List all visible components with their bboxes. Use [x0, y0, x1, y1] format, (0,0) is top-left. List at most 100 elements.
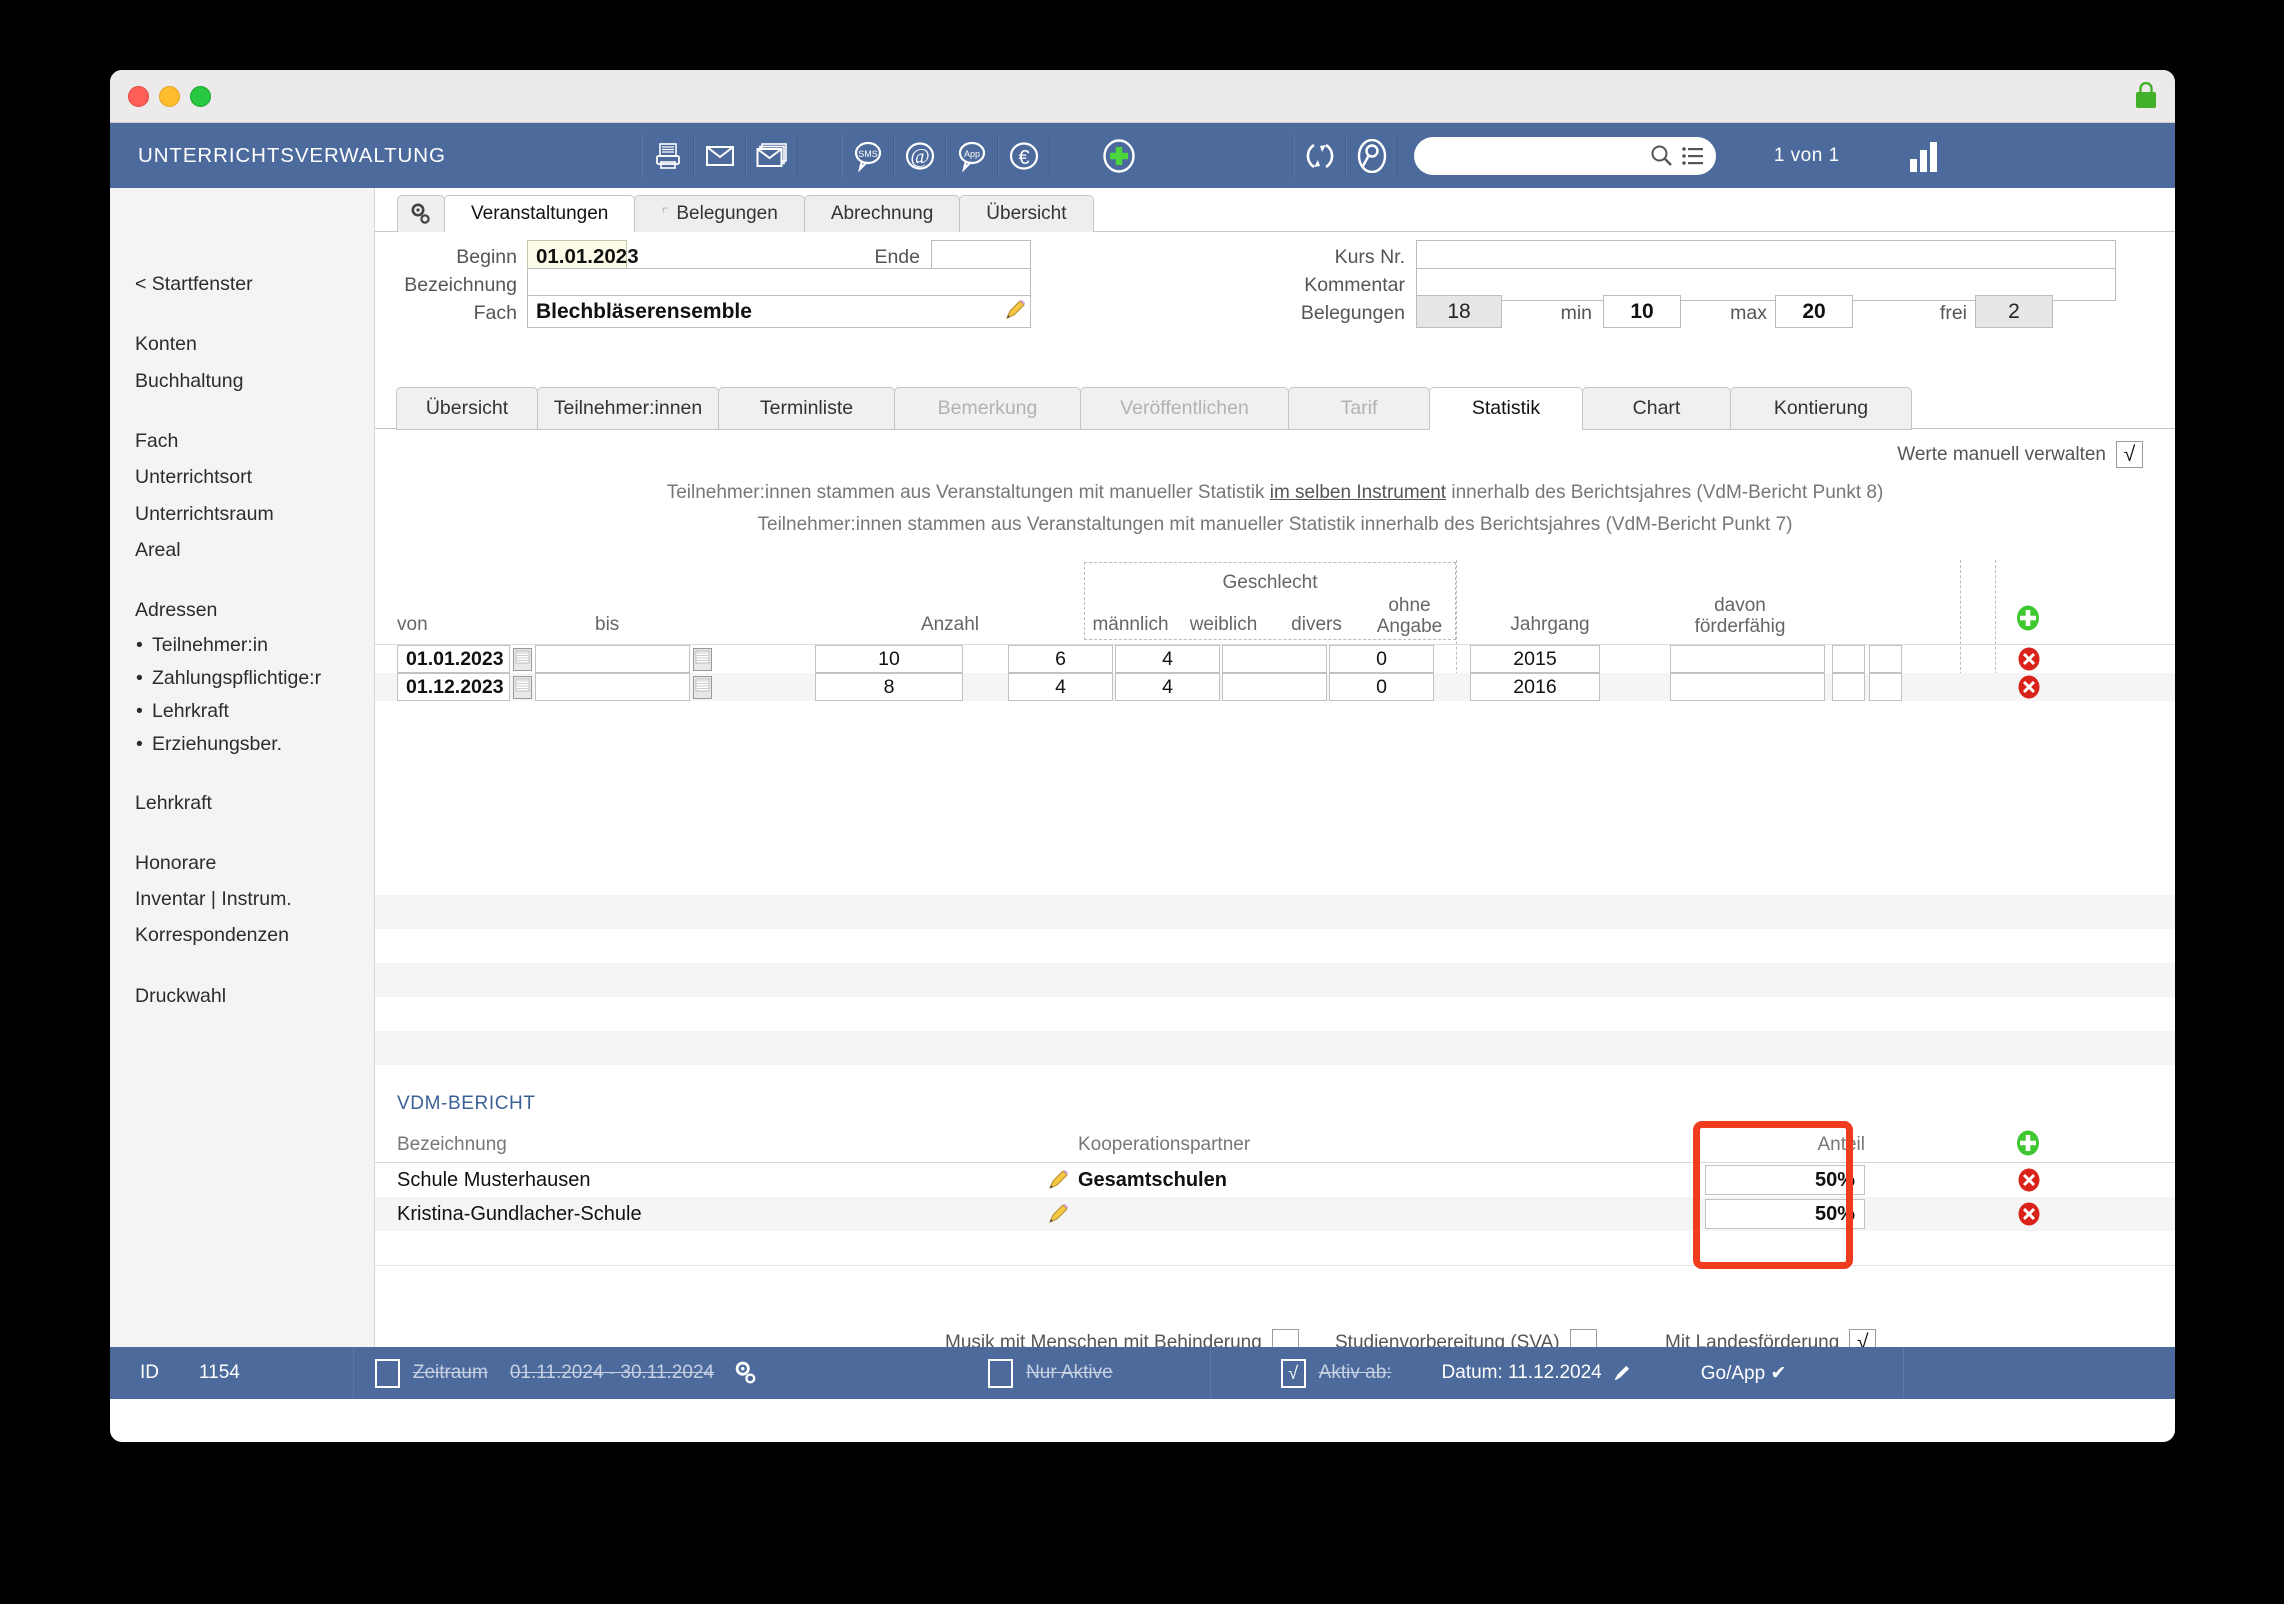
at-icon[interactable]: @: [893, 132, 946, 179]
cell-jahrgang[interactable]: 2016: [1470, 673, 1600, 701]
tab-belegungen[interactable]: ⌜ Belegungen: [634, 195, 805, 232]
calendar-icon-von[interactable]: [513, 648, 532, 671]
app-bubble-icon[interactable]: App: [945, 132, 998, 179]
sidebar-item-startfenster[interactable]: < Startfenster: [110, 266, 374, 302]
cell-von[interactable]: 01.01.2023: [397, 645, 510, 673]
cell-ohne-angabe[interactable]: 0: [1329, 673, 1434, 701]
cell-anzahl[interactable]: 10: [815, 645, 963, 673]
cell-jahrgang[interactable]: 2015: [1470, 645, 1600, 673]
window-controls[interactable]: [128, 86, 211, 107]
tab-sub-kontierung[interactable]: Kontierung: [1730, 387, 1912, 430]
cell-von[interactable]: 01.12.2023: [397, 673, 510, 701]
sidebar-item-korrespondenzen[interactable]: Korrespondenzen: [110, 917, 374, 953]
go-app-button[interactable]: Go/App ✔: [1701, 1362, 1787, 1385]
tab-uebersicht[interactable]: Übersicht: [959, 195, 1094, 232]
calendar-icon-von[interactable]: [513, 676, 532, 699]
max-input[interactable]: 20: [1775, 295, 1853, 328]
sms-bubble-icon[interactable]: SMS: [841, 132, 894, 179]
signal-bars-icon[interactable]: [1909, 140, 1937, 172]
search-input[interactable]: [1413, 136, 1716, 175]
vdm-partner[interactable]: Gesamtschulen: [1078, 1169, 1227, 1192]
tab-sub-bemerkung[interactable]: Bemerkung: [894, 387, 1081, 430]
cell-ohne-angabe[interactable]: 0: [1329, 645, 1434, 673]
delete-statistik-row-button[interactable]: [2016, 646, 2042, 672]
min-input[interactable]: 10: [1603, 295, 1681, 328]
cell-davon[interactable]: [1670, 645, 1825, 673]
sidebar-item-unterrichtsraum[interactable]: Unterrichtsraum: [110, 496, 374, 532]
vdm-edit-pencil-icon[interactable]: [1048, 1204, 1068, 1224]
cell-weiblich[interactable]: 4: [1115, 645, 1220, 673]
sidebar-item-zahlungspflichtiger[interactable]: Zahlungspflichtige:r: [136, 662, 374, 695]
tab-sub-veroeffentlichen[interactable]: Veröffentlichen: [1080, 387, 1289, 430]
cell-divers[interactable]: [1222, 645, 1327, 673]
zeitraum-value[interactable]: 01.11.2024 - 30.11.2024: [510, 1362, 714, 1384]
tab-abrechnung[interactable]: Abrechnung: [803, 195, 961, 232]
aktiv-ab-checkbox[interactable]: √: [1280, 1358, 1306, 1388]
vdm-bezeichnung[interactable]: Kristina-Gundlacher-Schule: [397, 1203, 642, 1226]
cell-extra-1[interactable]: [1832, 673, 1865, 701]
tab-sub-terminliste[interactable]: Terminliste: [718, 387, 895, 430]
werte-manuell-checkbox[interactable]: √: [2116, 441, 2143, 468]
cell-divers[interactable]: [1222, 673, 1327, 701]
cell-weiblich[interactable]: 4: [1115, 673, 1220, 701]
sidebar-item-lehrkraft[interactable]: Lehrkraft: [110, 785, 374, 821]
delete-vdm-row-button[interactable]: [2016, 1167, 2042, 1193]
cell-anzahl[interactable]: 8: [815, 673, 963, 701]
close-window-button[interactable]: [128, 86, 149, 107]
cell-maennlich[interactable]: 4: [1008, 673, 1113, 701]
delete-statistik-row-button[interactable]: [2016, 674, 2042, 700]
list-icon[interactable]: [1682, 146, 1704, 165]
delete-vdm-row-button[interactable]: [2016, 1201, 2042, 1227]
cell-bis[interactable]: [535, 645, 690, 673]
cell-extra-2[interactable]: [1869, 673, 1902, 701]
sidebar-item-teilnehmerin[interactable]: Teilnehmer:in: [136, 629, 374, 662]
sidebar-item-adressen[interactable]: Adressen: [110, 592, 374, 628]
sidebar-item-inventar[interactable]: Inventar | Instrum.: [110, 881, 374, 917]
refresh-icon[interactable]: [1293, 132, 1346, 179]
cell-davon[interactable]: [1670, 673, 1825, 701]
sidebar-item-unterrichtsort[interactable]: Unterrichtsort: [110, 459, 374, 495]
printer-icon[interactable]: [641, 132, 694, 179]
fach-input[interactable]: Blechbläserensemble: [527, 295, 1031, 328]
filler-bands: [375, 895, 2175, 1099]
settings-gear-icon[interactable]: [397, 195, 445, 232]
maximize-window-button[interactable]: [190, 86, 211, 107]
vdm-row: Kristina-Gundlacher-Schule 50%: [375, 1197, 2175, 1231]
sidebar-item-konten[interactable]: Konten: [110, 326, 374, 362]
minimize-window-button[interactable]: [159, 86, 180, 107]
cell-maennlich[interactable]: 6: [1008, 645, 1113, 673]
sidebar-item-areal[interactable]: Areal: [110, 532, 374, 568]
sidebar-item-druckwahl[interactable]: Druckwahl: [110, 978, 374, 1014]
plus-circle-icon[interactable]: [1094, 133, 1144, 179]
sidebar-item-erziehungsber[interactable]: Erziehungsber.: [136, 728, 374, 761]
search-person-icon[interactable]: [1345, 132, 1398, 179]
euro-icon[interactable]: €: [997, 132, 1050, 179]
min-label: min: [1560, 302, 1592, 324]
sidebar-item-fach[interactable]: Fach: [110, 423, 374, 459]
envelopes-icon[interactable]: [745, 132, 798, 179]
sidebar-item-lehrkraft-adresse[interactable]: Lehrkraft: [136, 695, 374, 728]
nur-aktive-checkbox[interactable]: [988, 1358, 1014, 1388]
tab-sub-statistik[interactable]: Statistik: [1429, 387, 1583, 430]
add-vdm-row-button[interactable]: [2014, 1129, 2042, 1157]
fach-edit-pencil-icon[interactable]: [1005, 300, 1025, 320]
envelope-icon[interactable]: [693, 132, 746, 179]
sidebar-item-honorare[interactable]: Honorare: [110, 845, 374, 881]
vdm-bezeichnung[interactable]: Schule Musterhausen: [397, 1169, 590, 1192]
zeitraum-checkbox[interactable]: [374, 1358, 400, 1388]
tab-sub-chart[interactable]: Chart: [1582, 387, 1731, 430]
datum-edit-pencil-icon[interactable]: [1612, 1364, 1631, 1383]
cell-bis[interactable]: [535, 673, 690, 701]
cell-extra-1[interactable]: [1832, 645, 1865, 673]
vdm-edit-pencil-icon[interactable]: [1048, 1170, 1068, 1190]
calendar-icon-bis[interactable]: [693, 676, 712, 699]
calendar-icon-bis[interactable]: [693, 648, 712, 671]
tab-veranstaltungen[interactable]: Veranstaltungen: [444, 195, 636, 232]
sidebar-item-buchhaltung[interactable]: Buchhaltung: [110, 363, 374, 399]
tab-sub-tarif[interactable]: Tarif: [1288, 387, 1430, 430]
zeitraum-gear-icon[interactable]: [734, 1360, 758, 1386]
tab-sub-uebersicht[interactable]: Übersicht: [396, 387, 538, 430]
tab-sub-teilnehmerinnen[interactable]: Teilnehmer:innen: [537, 387, 719, 430]
cell-extra-2[interactable]: [1869, 645, 1902, 673]
add-statistik-row-button[interactable]: [2014, 604, 2042, 632]
